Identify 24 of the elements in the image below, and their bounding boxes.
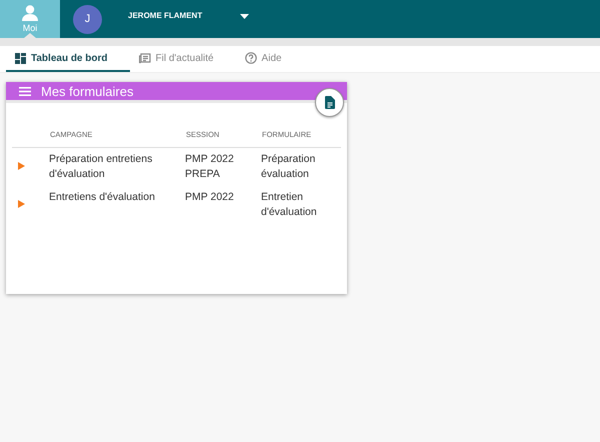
play-icon[interactable] [18,200,25,208]
person-icon [21,5,39,21]
table-cell: Préparation entretiens d'évaluation [49,148,185,186]
table-cell: PMP 2022 [185,186,261,224]
play-icon[interactable] [18,162,25,170]
table-cell-text: Entretiens d'évaluation [49,190,156,205]
help-icon [244,52,257,64]
table-cell-text: Entretien d'évaluation [261,190,318,220]
tab[interactable]: Tableau de bord [6,46,130,72]
document-button[interactable] [315,88,344,117]
caret-icon[interactable] [240,14,250,19]
me-tab[interactable]: Moi [0,0,60,38]
me-label: Moi [22,23,38,33]
menu-icon[interactable] [19,86,31,96]
user-name: JEROME FLAMENT [128,11,202,20]
tab[interactable]: Aide [236,46,304,72]
avatar[interactable]: J [73,4,102,34]
tab[interactable]: Fil d'actualité [130,46,236,72]
dashboard-icon [15,52,26,64]
newspaper-icon [138,52,150,64]
table-cell: PMP 2022 PREPA [185,148,261,186]
document-icon [324,96,334,109]
table-cell: Préparation évaluation [261,148,341,186]
card-title: Mes formulaires [41,84,134,98]
